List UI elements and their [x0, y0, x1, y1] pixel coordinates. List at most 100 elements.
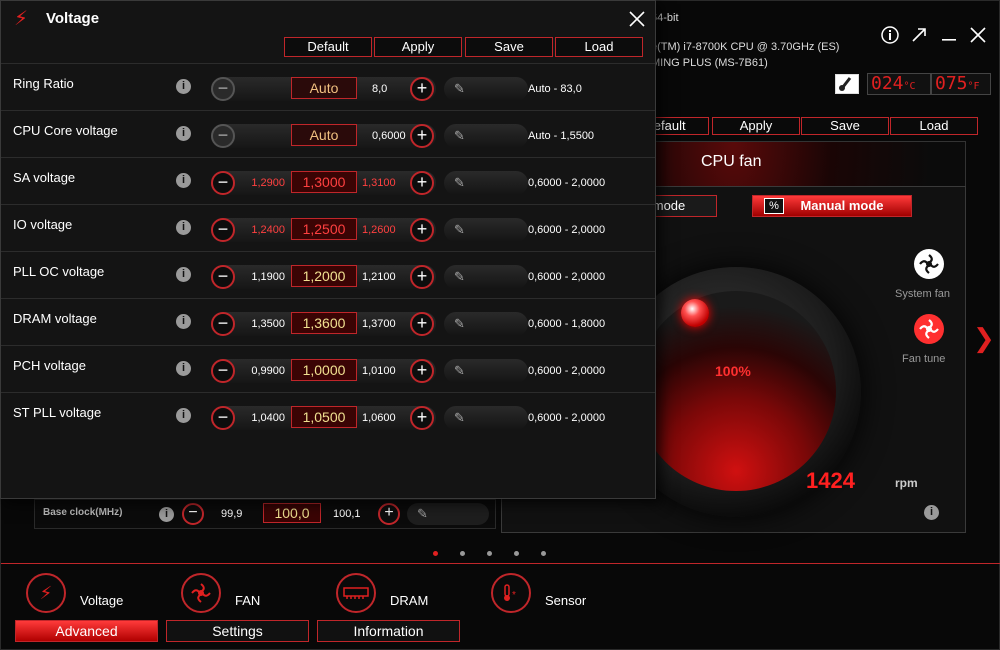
- increment-button[interactable]: +: [410, 406, 434, 430]
- dram-nav-icon[interactable]: [336, 573, 376, 613]
- information-button[interactable]: Information: [317, 620, 460, 642]
- current-value[interactable]: 1,0500: [291, 406, 357, 428]
- base-clock-row: Base clock(MHz) i − 99,9 100,0 100,1 + ✎: [34, 499, 496, 529]
- dialog-default-button[interactable]: Default: [284, 37, 372, 57]
- system-fan-label: System fan: [895, 288, 951, 300]
- system-fan-icon[interactable]: [914, 249, 944, 279]
- voltage-row: PCH voltage i − 0,9900 1,0000 1,0100 + ✎ 0,6000 …: [1, 345, 655, 392]
- base-clock-minus-button[interactable]: −: [182, 503, 204, 525]
- current-value[interactable]: Auto: [291, 77, 357, 99]
- increment-button[interactable]: +: [410, 171, 434, 195]
- upper-value: 1,3700: [362, 318, 396, 330]
- current-value[interactable]: 1,0000: [291, 359, 357, 381]
- fan-dial-inner: [636, 291, 836, 491]
- value-range: 0,6000 - 2,0000: [528, 224, 606, 236]
- base-clock-current[interactable]: 100,0: [263, 503, 321, 523]
- cpu-temp-readout: 024°C: [867, 73, 931, 95]
- increment-button[interactable]: +: [410, 218, 434, 242]
- info-icon[interactable]: i: [176, 408, 191, 423]
- fan-tune-icon[interactable]: [914, 314, 944, 344]
- edit-pencil-icon[interactable]: ✎: [444, 312, 528, 336]
- edit-pencil-icon[interactable]: ✎: [444, 265, 528, 289]
- manual-mode-button[interactable]: % Manual mode: [752, 195, 912, 217]
- info-icon[interactable]: i: [176, 267, 191, 282]
- edit-pencil-icon[interactable]: ✎: [444, 218, 528, 242]
- fan-load-button[interactable]: Load: [890, 117, 978, 135]
- voltage-row: ST PLL voltage i − 1,0400 1,0500 1,0600 + ✎ 0,60…: [1, 392, 655, 439]
- fan-save-button[interactable]: Save: [801, 117, 889, 135]
- fan-nav-label[interactable]: FAN: [235, 593, 260, 608]
- cpu-temp-f-readout: 075°F: [931, 73, 991, 95]
- decrement-button[interactable]: −: [211, 124, 235, 148]
- value-range: 0,6000 - 2,0000: [528, 412, 606, 424]
- page-dot[interactable]: [541, 551, 546, 556]
- info-icon[interactable]: [878, 23, 902, 47]
- fan-nav-icon[interactable]: [181, 573, 221, 613]
- decrement-button[interactable]: −: [211, 359, 235, 383]
- base-clock-edit-button[interactable]: ✎: [407, 503, 489, 525]
- percent-icon: %: [764, 198, 784, 214]
- edit-pencil-icon[interactable]: ✎: [444, 359, 528, 383]
- base-clock-info-icon[interactable]: i: [159, 507, 174, 522]
- decrement-button[interactable]: −: [211, 406, 235, 430]
- voltage-nav-label[interactable]: Voltage: [80, 593, 123, 608]
- upper-value: 1,0600: [362, 412, 396, 424]
- page-dot[interactable]: [460, 551, 465, 556]
- decrement-button[interactable]: −: [211, 171, 235, 195]
- info-icon[interactable]: i: [176, 126, 191, 141]
- info-icon[interactable]: i: [176, 361, 191, 376]
- row-label: Ring Ratio: [13, 76, 74, 91]
- decrement-button[interactable]: −: [211, 218, 235, 242]
- page-dot[interactable]: [514, 551, 519, 556]
- dialog-close-icon[interactable]: [627, 11, 647, 31]
- fan-info-icon[interactable]: i: [924, 505, 939, 520]
- current-value[interactable]: 1,2500: [291, 218, 357, 240]
- next-arrow-icon[interactable]: ❯: [973, 323, 995, 354]
- advanced-button[interactable]: Advanced: [15, 620, 158, 642]
- increment-button[interactable]: +: [410, 124, 434, 148]
- edit-pencil-icon[interactable]: ✎: [444, 171, 528, 195]
- voltage-dialog: ⚡ Voltage Default Apply Save Load Ring R…: [0, 0, 656, 499]
- base-clock-plus-button[interactable]: +: [378, 503, 400, 525]
- sensor-nav-icon[interactable]: *: [491, 573, 531, 613]
- dram-nav-label[interactable]: DRAM: [390, 593, 428, 608]
- current-value[interactable]: 1,3600: [291, 312, 357, 334]
- lower-value: 1,0400: [251, 412, 285, 424]
- value-range: 0,6000 - 2,0000: [528, 365, 606, 377]
- info-icon[interactable]: i: [176, 173, 191, 188]
- dialog-apply-button[interactable]: Apply: [374, 37, 462, 57]
- increment-button[interactable]: +: [410, 265, 434, 289]
- voltage-nav-icon[interactable]: ⚡: [26, 573, 66, 613]
- increment-button[interactable]: +: [410, 359, 434, 383]
- increment-button[interactable]: +: [410, 77, 434, 101]
- decrement-button[interactable]: −: [211, 265, 235, 289]
- fan-apply-button[interactable]: Apply: [712, 117, 800, 135]
- thermometer-icon: [835, 74, 859, 94]
- fan-dial-knob[interactable]: [681, 299, 709, 327]
- page-dot[interactable]: [433, 551, 438, 556]
- edit-pencil-icon[interactable]: ✎: [444, 77, 528, 101]
- lower-value: 0,9900: [251, 365, 285, 377]
- close-icon[interactable]: [966, 23, 990, 47]
- dialog-save-button[interactable]: Save: [465, 37, 553, 57]
- settings-button[interactable]: Settings: [166, 620, 309, 642]
- current-value[interactable]: 1,2000: [291, 265, 357, 287]
- dialog-load-button[interactable]: Load: [555, 37, 643, 57]
- info-icon[interactable]: i: [176, 314, 191, 329]
- manual-mode-label: Manual mode: [800, 198, 884, 213]
- value-range: 0,6000 - 1,8000: [528, 318, 606, 330]
- nav-divider: [1, 563, 1000, 564]
- edit-pencil-icon[interactable]: ✎: [444, 406, 528, 430]
- current-value[interactable]: 1,3000: [291, 171, 357, 193]
- decrement-button[interactable]: −: [211, 312, 235, 336]
- info-icon[interactable]: i: [176, 79, 191, 94]
- sensor-nav-label[interactable]: Sensor: [545, 593, 586, 608]
- mini-mode-icon[interactable]: [907, 23, 931, 47]
- increment-button[interactable]: +: [410, 312, 434, 336]
- edit-pencil-icon[interactable]: ✎: [444, 124, 528, 148]
- info-icon[interactable]: i: [176, 220, 191, 235]
- minimize-icon[interactable]: [937, 23, 961, 47]
- current-value[interactable]: Auto: [291, 124, 357, 146]
- page-dot[interactable]: [487, 551, 492, 556]
- decrement-button[interactable]: −: [211, 77, 235, 101]
